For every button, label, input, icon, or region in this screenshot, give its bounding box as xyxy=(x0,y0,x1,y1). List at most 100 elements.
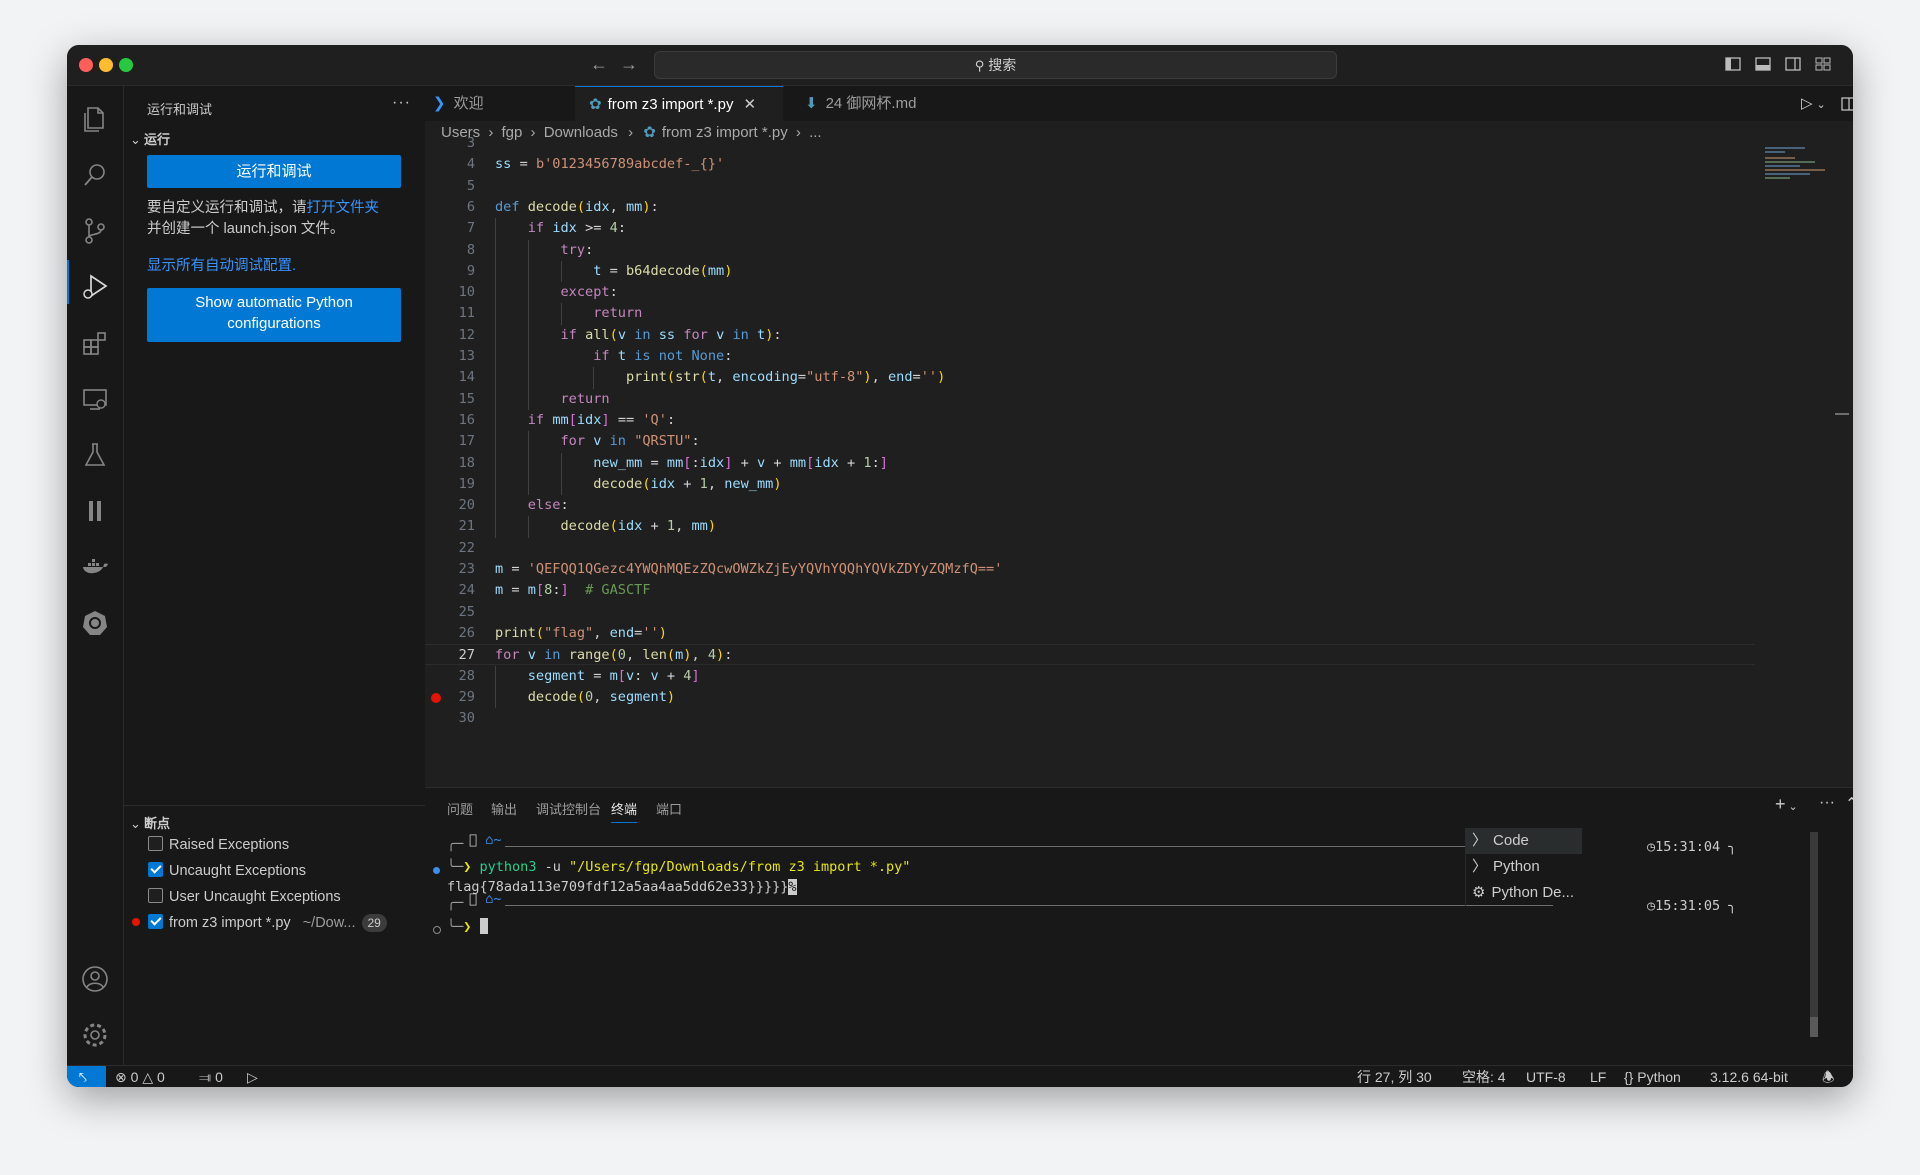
code-line[interactable]: 25 xyxy=(425,602,1755,623)
forward-arrow-icon[interactable]: → xyxy=(620,54,638,75)
breakpoint-dot-icon[interactable] xyxy=(431,692,441,703)
tab-problems[interactable]: 问题 xyxy=(447,799,473,818)
code-line[interactable]: 26 print("flag", end='') xyxy=(425,623,1755,644)
testing-icon[interactable] xyxy=(80,440,110,470)
code-line[interactable]: 11 return xyxy=(425,303,1755,324)
breakpoint-file-line[interactable]: from z3 import *.py ~/Dow... 29 xyxy=(132,912,387,934)
code-line[interactable]: 21 decode(idx + 1, mm) xyxy=(425,516,1755,537)
code-line[interactable]: 8 try: xyxy=(425,240,1755,261)
more-actions-icon[interactable]: ··· xyxy=(392,94,411,112)
tab-output[interactable]: 输出 xyxy=(491,799,517,818)
minimize-window-button[interactable] xyxy=(99,58,113,72)
open-folder-link[interactable]: 打开文件夹 xyxy=(307,200,380,216)
remote-explorer-icon[interactable] xyxy=(80,384,110,414)
notifications-bell-icon[interactable]: 🕭 xyxy=(1822,1066,1835,1087)
indentation-status[interactable]: 空格: 4 xyxy=(1462,1066,1506,1087)
checkbox[interactable] xyxy=(148,862,163,877)
code-line[interactable]: 5 xyxy=(425,176,1755,197)
code-line[interactable]: 13 if t is not None: xyxy=(425,346,1755,367)
terminal-item-code[interactable]: 〉 Code xyxy=(1466,828,1582,854)
breakpoint-user-uncaught-exceptions[interactable]: User Uncaught Exceptions xyxy=(148,886,341,908)
code-line[interactable]: 28 segment = m[v: v + 4] xyxy=(425,666,1755,687)
code-line[interactable]: 24 m = m[8:] # GASCTF xyxy=(425,580,1755,601)
tab-from-z3-import[interactable]: ✿ from z3 import *.py ✕ xyxy=(575,86,783,121)
code-line[interactable]: 19 decode(idx + 1, new_mm) xyxy=(425,474,1755,495)
cursor-position[interactable]: 行 27, 列 30 xyxy=(1357,1066,1432,1087)
tab-terminal[interactable]: 终端 xyxy=(611,799,638,823)
maximize-window-button[interactable] xyxy=(119,58,133,72)
language-status[interactable]: {} Python xyxy=(1624,1066,1681,1087)
code-line[interactable]: 15 return xyxy=(425,389,1755,410)
toggle-sidebar-icon[interactable] xyxy=(1725,56,1741,72)
explorer-icon[interactable] xyxy=(80,104,110,134)
code-line[interactable]: 22 xyxy=(425,538,1755,559)
search-icon[interactable] xyxy=(80,160,110,190)
code-line[interactable]: 4 ss = b'0123456789abcdef-_{}' xyxy=(425,154,1755,175)
maximize-panel-icon[interactable]: ⌃ xyxy=(1845,794,1853,814)
new-terminal-icon[interactable]: + ⌄ xyxy=(1775,794,1798,815)
terminal-scrollbar[interactable] xyxy=(1810,832,1818,1037)
checkbox[interactable] xyxy=(148,888,163,903)
breakpoint-raised-exceptions[interactable]: Raised Exceptions xyxy=(148,834,289,856)
command-center-search[interactable]: ⚲ 搜索 xyxy=(654,51,1337,79)
terminal-item-python[interactable]: 〉 Python xyxy=(1466,854,1582,880)
breakpoint-uncaught-exceptions[interactable]: Uncaught Exceptions xyxy=(148,860,306,882)
source-control-icon[interactable] xyxy=(80,216,110,246)
code-line[interactable]: 29 decode(0, segment) xyxy=(425,687,1755,708)
code-line[interactable]: 18 new_mm = mm[:idx] + v + mm[idx + 1:] xyxy=(425,453,1755,474)
run-python-file-icon[interactable]: ▷ ⌄ xyxy=(1801,94,1826,112)
run-and-debug-icon[interactable] xyxy=(80,272,110,302)
extensions-icon[interactable] xyxy=(80,328,110,358)
close-tab-icon[interactable]: ✕ xyxy=(743,96,756,113)
run-section-header[interactable]: ⌄ 运行 xyxy=(130,129,170,148)
encoding-status[interactable]: UTF-8 xyxy=(1526,1066,1566,1087)
checkbox[interactable] xyxy=(148,914,163,929)
code-line[interactable]: 10 except: xyxy=(425,282,1755,303)
show-python-configurations-button[interactable]: Show automatic Python configurations xyxy=(147,288,401,342)
interpreter-status[interactable]: 3.12.6 64-bit xyxy=(1710,1066,1788,1087)
debug-status-icon[interactable]: ▷ xyxy=(247,1066,258,1087)
toggle-secondary-sidebar-icon[interactable] xyxy=(1785,56,1801,72)
run-and-debug-button[interactable]: 运行和调试 xyxy=(147,155,401,188)
code-line[interactable]: 6 def decode(idx, mm): xyxy=(425,197,1755,218)
checkbox[interactable] xyxy=(148,836,163,851)
code-line[interactable]: 12 if all(v in ss for v in t): xyxy=(425,325,1755,346)
code-line[interactable]: 3 xyxy=(425,133,1755,154)
run-and-debug-sidebar: 运行和调试 ··· ⌄ 运行 运行和调试 要自定义运行和调试，请打开文件夹 并创建一… xyxy=(124,86,426,1065)
code-line[interactable]: 27 for v in range(0, len(m), 4): xyxy=(425,644,1755,666)
customize-layout-icon[interactable] xyxy=(1815,56,1831,72)
code-line[interactable]: 9 t = b64decode(mm) xyxy=(425,261,1755,282)
settings-gear-icon[interactable] xyxy=(80,1020,110,1050)
ports-status[interactable]: ⫥ 0 xyxy=(199,1066,223,1087)
show-all-auto-debug-link[interactable]: 显示所有自动调试配置. xyxy=(147,256,407,277)
tab-debug-console[interactable]: 调试控制台 xyxy=(536,799,601,818)
pause-icon[interactable] xyxy=(80,496,110,526)
minimap[interactable] xyxy=(1765,145,1845,205)
command-pending-dot xyxy=(433,926,441,934)
code-line[interactable]: 16 if mm[idx] == 'Q': xyxy=(425,410,1755,431)
eol-status[interactable]: LF xyxy=(1590,1066,1606,1087)
back-arrow-icon[interactable]: ← xyxy=(590,54,608,75)
tab-markdown[interactable]: ⬇ 24 御网杯.md xyxy=(805,86,955,121)
toggle-panel-icon[interactable] xyxy=(1755,56,1771,72)
kubernetes-icon[interactable] xyxy=(80,608,110,638)
split-editor-icon[interactable] xyxy=(1841,96,1853,112)
tab-welcome[interactable]: ❯ 欢迎 xyxy=(433,86,563,121)
code-line[interactable]: 17 for v in "QRSTU": xyxy=(425,431,1755,452)
panel-more-actions-icon[interactable]: ··· xyxy=(1819,794,1835,812)
tab-ports[interactable]: 端口 xyxy=(656,799,682,818)
breakpoints-section-header[interactable]: ⌄ 断点 xyxy=(130,813,170,832)
input-line[interactable]: ╰─❯ xyxy=(447,918,488,935)
close-window-button[interactable] xyxy=(79,58,93,72)
code-line[interactable]: 14 print(str(t, encoding="utf-8"), end='… xyxy=(425,367,1755,388)
code-line[interactable]: 23 m = 'QEFQQ1QGezc4YWQhMQEzZQcwOWZkZjEyY… xyxy=(425,559,1755,580)
code-editor[interactable]: 3 4 ss = b'0123456789abcdef-_{}' 5 6 def deco… xyxy=(425,135,1853,787)
code-line[interactable]: 20 else: xyxy=(425,495,1755,516)
docker-icon[interactable] xyxy=(80,552,110,582)
code-line[interactable]: 7 if idx >= 4: xyxy=(425,218,1755,239)
problems-status[interactable]: ⊗ 0 △ 0 xyxy=(115,1066,165,1087)
terminal-item-python-debug[interactable]: ⚙ Python De... xyxy=(1466,880,1582,906)
account-icon[interactable] xyxy=(80,964,110,994)
remote-indicator[interactable]: ⤣ xyxy=(67,1066,106,1087)
code-line[interactable]: 30 xyxy=(425,708,1755,729)
